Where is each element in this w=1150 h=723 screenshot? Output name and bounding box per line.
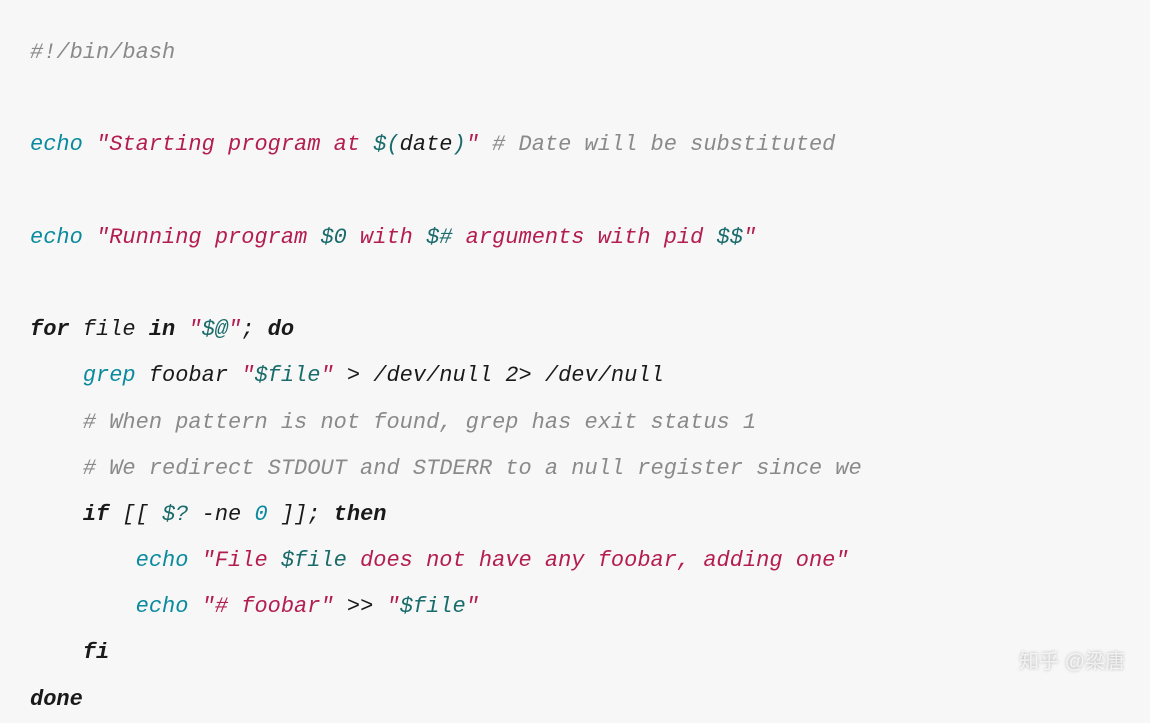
number: 0 (254, 502, 267, 527)
string-literal: " (743, 225, 756, 250)
echo-cmd: echo (136, 594, 189, 619)
date-cmd: date (400, 132, 453, 157)
cmd-subst-open: $( (373, 132, 399, 157)
string-literal: does not have any foobar, adding one" (347, 548, 849, 573)
in-keyword: in (149, 317, 175, 342)
string-literal: "# foobar" (188, 594, 333, 619)
variable: $@ (202, 317, 228, 342)
indent (30, 548, 136, 573)
if-keyword: if (83, 502, 109, 527)
redirection: > /dev/null 2> /dev/null (334, 363, 664, 388)
echo-cmd: echo (30, 132, 83, 157)
shebang-comment: #!/bin/bash (30, 40, 175, 65)
variable-name: file (70, 317, 149, 342)
variable: $? (162, 502, 188, 527)
string-literal: " (320, 363, 333, 388)
done-keyword: done (30, 687, 83, 712)
variable: $file (254, 363, 320, 388)
grep-cmd: grep (83, 363, 136, 388)
watermark: 知乎 @梁唐 (1019, 641, 1125, 683)
indent (30, 594, 136, 619)
redirection: >> (334, 594, 387, 619)
do-keyword: do (268, 317, 294, 342)
echo-cmd: echo (136, 548, 189, 573)
indent (30, 363, 83, 388)
for-keyword: for (30, 317, 70, 342)
string-literal: " (175, 317, 201, 342)
indent (30, 640, 83, 665)
indent (30, 456, 83, 481)
string-literal: " (386, 594, 399, 619)
argument: foobar (136, 363, 242, 388)
variable: $0 (320, 225, 346, 250)
variable: $$ (717, 225, 743, 250)
fi-keyword: fi (83, 640, 109, 665)
then-keyword: then (334, 502, 387, 527)
variable: $file (400, 594, 466, 619)
bracket: ]]; (268, 502, 334, 527)
string-literal: " (466, 132, 479, 157)
string-literal: " (228, 317, 241, 342)
string-literal: "File (188, 548, 280, 573)
comment: # When pattern is not found, grep has ex… (83, 410, 756, 435)
indent (30, 410, 83, 435)
comment: # We redirect STDOUT and STDERR to a nul… (83, 456, 875, 481)
cmd-subst-close: ) (452, 132, 465, 157)
comment: # Date will be substituted (479, 132, 835, 157)
variable: $file (281, 548, 347, 573)
variable: $# (426, 225, 452, 250)
bracket: [[ (109, 502, 162, 527)
indent (30, 502, 83, 527)
code-block: #!/bin/bash echo "Starting program at $(… (30, 30, 1120, 723)
string-literal: " (241, 363, 254, 388)
echo-cmd: echo (30, 225, 83, 250)
string-literal: arguments with pid (452, 225, 716, 250)
string-literal: " (466, 594, 479, 619)
string-literal: with (347, 225, 426, 250)
operator: -ne (188, 502, 254, 527)
semicolon: ; (241, 317, 267, 342)
string-literal: "Running program (96, 225, 320, 250)
string-literal: "Starting program at (96, 132, 373, 157)
